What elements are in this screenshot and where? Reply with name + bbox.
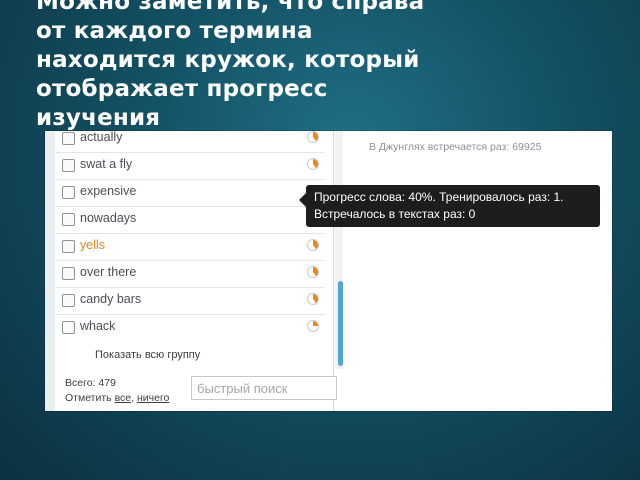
progress-circle-icon[interactable]: [307, 266, 319, 278]
slide-title-line: Можно заметить, что справа: [36, 0, 425, 15]
word-checkbox[interactable]: [62, 267, 75, 280]
jungle-count-text: В Джунглях встречается раз: 69925: [369, 141, 542, 153]
tooltip-line: Прогресс слова: 40%. Тренировалось раз: …: [314, 190, 564, 204]
tooltip-line: Встречалось в текстах раз: 0: [314, 207, 476, 221]
slide-title-line: отображает прогресс: [36, 76, 328, 102]
word-checkbox[interactable]: [62, 294, 75, 307]
list-item[interactable]: candy bars: [55, 287, 325, 315]
slide-title: Можно заметить, что справа от каждого те…: [36, 0, 596, 133]
list-item[interactable]: over there: [55, 260, 325, 288]
left-strip: [45, 131, 55, 411]
list-item[interactable]: whack: [55, 314, 325, 341]
tooltip-arrow: [299, 193, 306, 207]
mark-label: Отметить: [65, 392, 112, 404]
total-count: Всего: 479: [65, 377, 116, 389]
word-checkbox[interactable]: [62, 321, 75, 334]
show-group-link[interactable]: Показать всю группу: [95, 349, 200, 361]
list-item[interactable]: actually: [55, 131, 325, 153]
word-label[interactable]: nowadays: [80, 211, 136, 225]
word-checkbox[interactable]: [62, 186, 75, 199]
word-list-panel: actually swat a fly expensive nowadays y…: [55, 131, 343, 411]
list-item[interactable]: swat a fly: [55, 152, 325, 180]
word-label[interactable]: over there: [80, 265, 136, 279]
scrollbar-thumb[interactable]: [338, 281, 343, 366]
word-checkbox[interactable]: [62, 159, 75, 172]
progress-circle-icon[interactable]: [307, 293, 319, 305]
word-label[interactable]: swat a fly: [80, 157, 132, 171]
word-label[interactable]: expensive: [80, 184, 136, 198]
progress-circle-icon[interactable]: [307, 158, 319, 170]
progress-circle-icon[interactable]: [307, 131, 319, 143]
word-label[interactable]: actually: [80, 131, 122, 144]
progress-tooltip: Прогресс слова: 40%. Тренировалось раз: …: [299, 185, 600, 227]
slide-title-line: находится кружок, который: [36, 47, 420, 73]
word-label[interactable]: whack: [80, 319, 115, 333]
word-checkbox[interactable]: [62, 240, 75, 253]
app-screenshot: actually swat a fly expensive nowadays y…: [45, 131, 612, 411]
word-checkbox[interactable]: [62, 132, 75, 145]
list-item[interactable]: expensive: [55, 179, 325, 207]
word-label[interactable]: candy bars: [80, 292, 141, 306]
list-item[interactable]: yells: [55, 233, 325, 261]
word-checkbox[interactable]: [62, 213, 75, 226]
word-label[interactable]: yells: [80, 238, 105, 252]
mark-row: Отметить все, ничего: [65, 392, 169, 404]
quick-search-input[interactable]: [191, 376, 337, 400]
mark-none-link[interactable]: ничего: [137, 392, 169, 404]
progress-circle-icon[interactable]: [307, 320, 319, 332]
slide-title-line: от каждого термина: [36, 18, 313, 44]
mark-all-link[interactable]: все: [115, 392, 132, 404]
progress-circle-icon[interactable]: [307, 239, 319, 251]
slide-title-line: изучения: [36, 105, 161, 131]
list-item[interactable]: nowadays: [55, 206, 325, 234]
